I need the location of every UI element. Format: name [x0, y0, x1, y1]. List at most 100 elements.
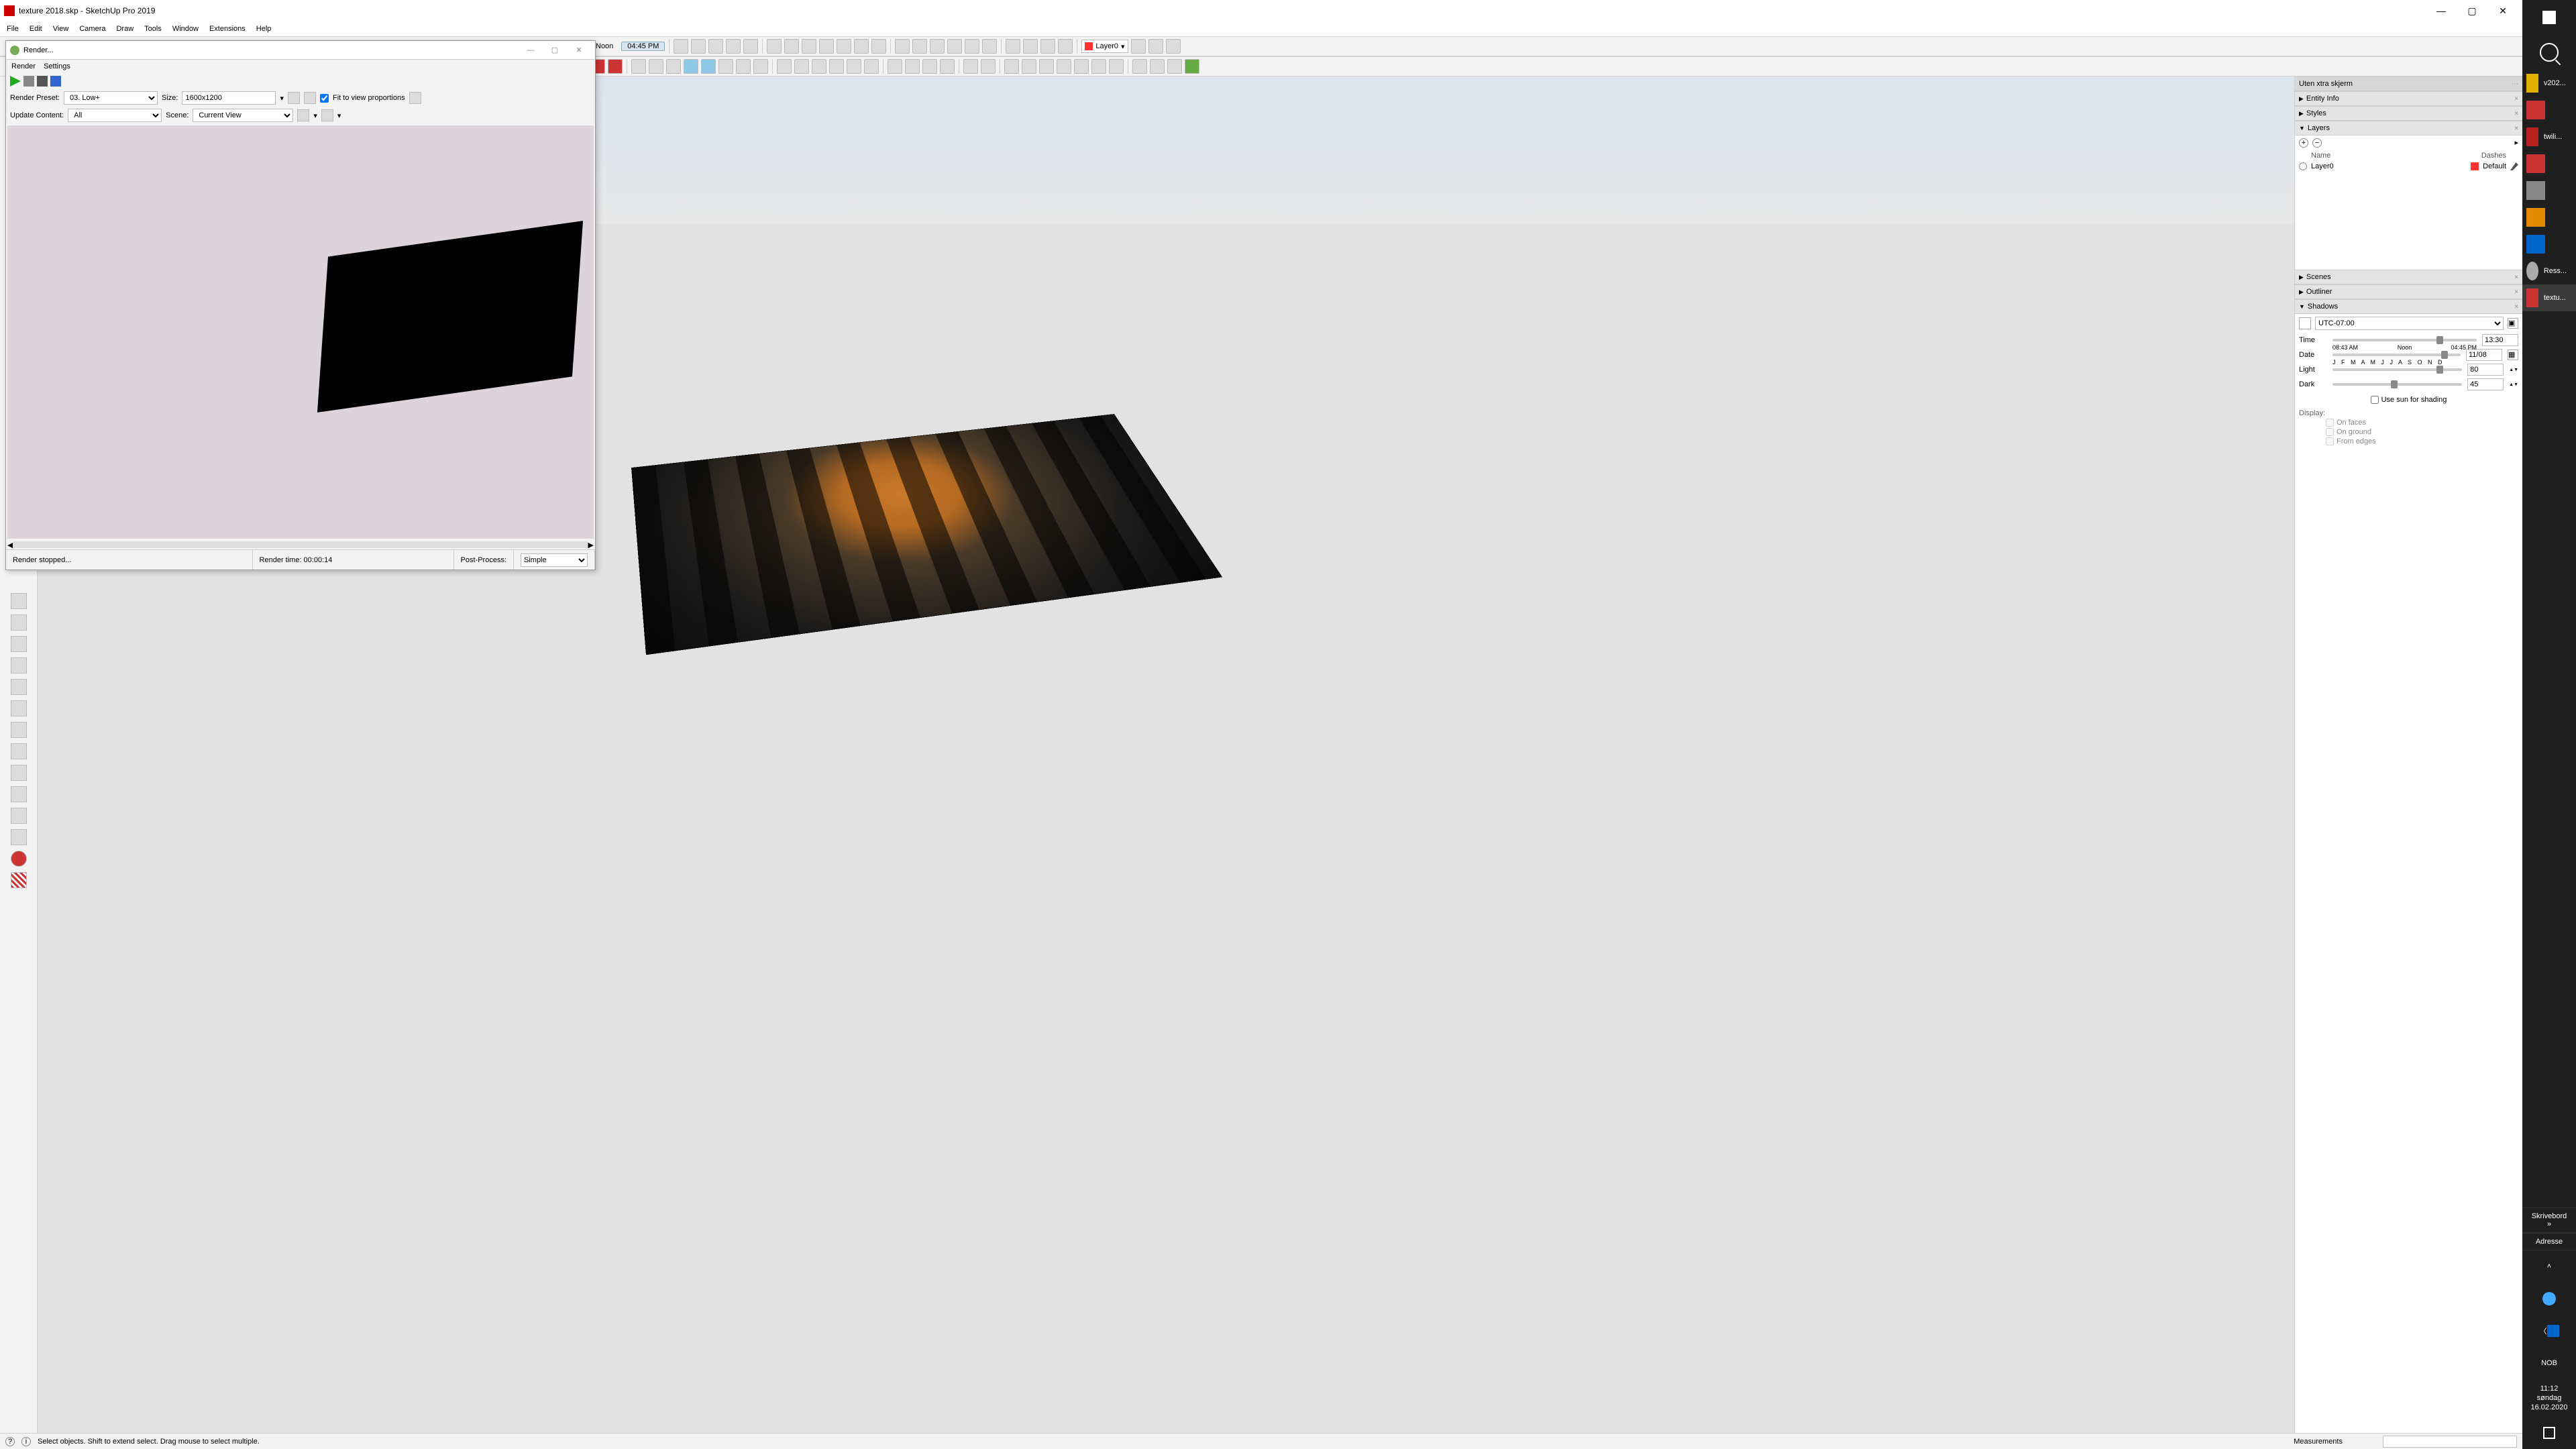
render-stop-icon[interactable]	[37, 76, 48, 87]
expand-icon[interactable]: ▣	[2508, 318, 2518, 329]
render-maximize-button[interactable]: ▢	[543, 46, 567, 54]
left-tool-icon[interactable]	[11, 786, 27, 802]
toolbar-icon[interactable]	[864, 59, 879, 74]
toolbar-icon[interactable]	[895, 39, 910, 54]
render-close-button[interactable]: ✕	[567, 46, 591, 54]
left-tool-icon[interactable]	[11, 679, 27, 695]
time-slider[interactable]: 08:43 AM Noon 04:45 PM	[2332, 339, 2477, 341]
taskbar-app[interactable]: v202...	[2522, 70, 2576, 97]
info-icon[interactable]: i	[21, 1437, 31, 1446]
render-opt-icon[interactable]	[409, 92, 421, 104]
chevron-down-icon[interactable]: ▾	[337, 111, 341, 120]
toolbar-icon[interactable]	[1040, 39, 1055, 54]
help-icon[interactable]: ?	[5, 1437, 15, 1446]
toolbar-icon[interactable]	[736, 59, 751, 74]
window-maximize-button[interactable]: ▢	[2457, 0, 2487, 21]
render-minimize-button[interactable]: —	[519, 46, 543, 54]
toolbar-icon[interactable]	[1023, 39, 1038, 54]
menu-view[interactable]: View	[49, 23, 73, 34]
taskbar-app[interactable]	[2522, 231, 2576, 258]
panel-close-icon[interactable]: ×	[2514, 274, 2518, 281]
taskbar-desktop-section[interactable]: Skrivebord»	[2522, 1208, 2576, 1233]
toolbar-icon[interactable]	[1150, 59, 1165, 74]
toolbar-icon[interactable]	[930, 39, 945, 54]
timezone-select[interactable]: UTC-07:00	[2315, 317, 2504, 330]
menu-tools[interactable]: Tools	[140, 23, 166, 34]
left-tool-icon[interactable]	[11, 722, 27, 738]
layer-row[interactable]: Layer0 Default	[2299, 161, 2518, 172]
language-indicator[interactable]: NOB	[2522, 1347, 2576, 1379]
menu-camera[interactable]: Camera	[75, 23, 109, 34]
toolbar-icon[interactable]	[819, 39, 834, 54]
window-close-button[interactable]: ✕	[2487, 0, 2518, 21]
left-tool-icon[interactable]	[11, 872, 27, 888]
render-size-input[interactable]	[182, 91, 276, 105]
menu-file[interactable]: File	[3, 23, 23, 34]
left-tool-icon[interactable]	[11, 657, 27, 674]
render-opt-icon[interactable]	[297, 109, 309, 121]
render-menu-settings[interactable]: Settings	[44, 62, 70, 70]
toolbar-icon[interactable]	[1058, 39, 1073, 54]
toolbar-icon[interactable]	[947, 39, 962, 54]
toolbar-icon[interactable]	[981, 59, 996, 74]
toolbar-icon[interactable]	[1109, 59, 1124, 74]
render-viewport[interactable]	[7, 125, 594, 539]
left-tool-icon[interactable]	[11, 765, 27, 781]
render-pause-icon[interactable]	[23, 76, 34, 87]
panel-close-icon[interactable]: ×	[2514, 95, 2518, 103]
toolbar-icon[interactable]	[794, 59, 809, 74]
toolbar-icon[interactable]	[784, 39, 799, 54]
toolbar-icon[interactable]	[1074, 59, 1089, 74]
dark-slider[interactable]	[2332, 383, 2462, 386]
menu-window[interactable]: Window	[168, 23, 203, 34]
left-tool-icon[interactable]	[11, 593, 27, 609]
toolbar-icon[interactable]	[674, 39, 688, 54]
toolbar-icon[interactable]	[753, 59, 768, 74]
toolbar-icon[interactable]	[922, 59, 937, 74]
fit-proportions-checkbox[interactable]	[320, 94, 329, 103]
toolbar-icon[interactable]	[1091, 59, 1106, 74]
tray-icon[interactable]	[2522, 1283, 2576, 1315]
panel-close-icon[interactable]: ×	[2514, 303, 2518, 311]
slider-thumb[interactable]	[2436, 366, 2443, 374]
search-button[interactable]	[2522, 35, 2576, 70]
calendar-icon[interactable]: ▦	[2508, 350, 2518, 360]
panel-header-styles[interactable]: ▶Styles×	[2295, 106, 2522, 121]
layer-selector[interactable]: Layer0 ▾	[1081, 40, 1128, 53]
render-play-icon[interactable]	[10, 76, 21, 87]
toolbar-icon[interactable]	[708, 39, 723, 54]
toolbar-icon[interactable]	[1022, 59, 1036, 74]
taskbar-app[interactable]	[2522, 204, 2576, 231]
date-slider[interactable]: J F M A M J J A S O N D	[2332, 354, 2461, 356]
chevron-down-icon[interactable]: ▾	[313, 111, 317, 120]
toolbar-icon[interactable]	[1166, 39, 1181, 54]
toolbar-icon[interactable]	[940, 59, 955, 74]
taskbar-app[interactable]	[2522, 150, 2576, 177]
toolbar-icon[interactable]	[767, 39, 782, 54]
toolbar-icon[interactable]	[608, 59, 623, 74]
tray-menu-icon[interactable]: ⋯	[2512, 80, 2518, 88]
taskbar-app[interactable]: twili...	[2522, 123, 2576, 150]
toolbar-icon[interactable]	[1167, 59, 1182, 74]
update-content-select[interactable]: All	[68, 109, 162, 122]
toolbar-icon[interactable]	[1132, 59, 1147, 74]
post-process-select[interactable]: Simple	[521, 553, 588, 567]
toolbar-icon[interactable]	[631, 59, 646, 74]
chevron-down-icon[interactable]: ▾	[280, 94, 284, 103]
taskbar-clock[interactable]: 11:12 søndag 16.02.2020	[2522, 1379, 2576, 1417]
toolbar-icon[interactable]	[1057, 59, 1071, 74]
slider-thumb[interactable]	[2441, 351, 2448, 359]
toolbar-icon[interactable]	[888, 59, 902, 74]
toolbar-icon[interactable]	[726, 39, 741, 54]
left-tool-icon[interactable]	[11, 808, 27, 824]
add-layer-icon[interactable]: +	[2299, 138, 2308, 148]
toolbar-icon[interactable]	[649, 59, 663, 74]
toolbar-icon[interactable]	[912, 39, 927, 54]
render-opt-icon[interactable]	[304, 92, 316, 104]
scroll-left-icon[interactable]: ◀	[7, 541, 13, 549]
left-tool-icon[interactable]	[11, 743, 27, 759]
taskbar-app[interactable]: Ress...	[2522, 258, 2576, 284]
taskbar-app[interactable]	[2522, 97, 2576, 123]
toolbar-icon[interactable]	[812, 59, 826, 74]
toolbar-icon[interactable]	[871, 39, 886, 54]
